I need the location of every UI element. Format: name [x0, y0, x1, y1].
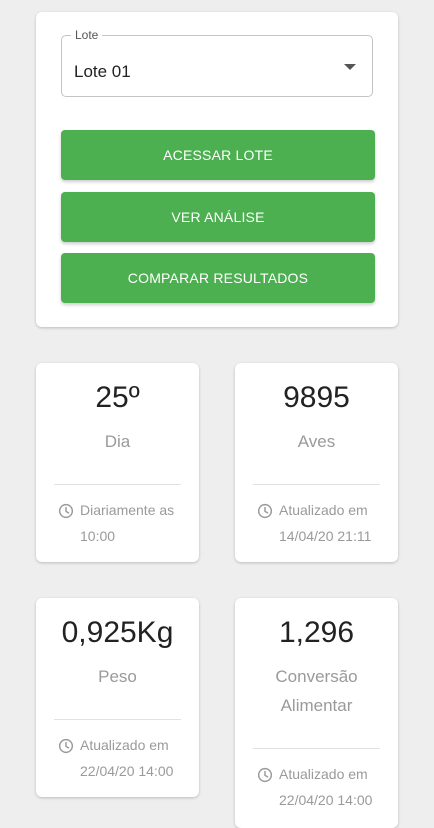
- stat-card-dia: 25º Dia Diariamente as 10:00: [36, 363, 199, 562]
- stat-label-line1: Conversão: [275, 667, 358, 686]
- clock-icon: [58, 738, 74, 754]
- divider: [253, 484, 380, 485]
- lote-controls-card: Lote Lote 01 ACESSAR LOTE VER ANÁLISE CO…: [36, 12, 398, 327]
- divider: [253, 748, 380, 749]
- lote-select-value: Lote 01: [74, 62, 131, 81]
- stat-label: Dia: [104, 432, 131, 451]
- stat-value: 25º: [95, 381, 140, 414]
- acessar-lote-button[interactable]: ACESSAR LOTE: [61, 130, 375, 180]
- stat-footer: Diariamente as 10:00: [58, 497, 191, 549]
- stat-value: 9895: [283, 381, 350, 414]
- stat-footer: Atualizado em 14/04/20 21:11: [257, 497, 390, 549]
- stat-card-aves: 9895 Aves Atualizado em 14/04/20 21:11: [235, 363, 398, 562]
- stat-label: Peso: [98, 667, 137, 686]
- clock-icon: [257, 767, 273, 783]
- divider: [54, 719, 181, 720]
- stat-footer-line1: Atualizado em: [80, 737, 169, 753]
- stat-footer: Atualizado em 22/04/20 14:00: [257, 761, 390, 813]
- stat-footer-line1: Atualizado em: [279, 766, 368, 782]
- stat-footer-line2: 22/04/20 14:00: [80, 763, 174, 779]
- stat-footer-line2: 14/04/20 21:11: [279, 528, 372, 544]
- stat-footer: Atualizado em 22/04/20 14:00: [58, 732, 191, 784]
- stat-footer-line2: 10:00: [80, 528, 116, 544]
- stat-footer-line1: Atualizado em: [279, 502, 368, 518]
- chevron-down-icon: [344, 64, 356, 70]
- clock-icon: [58, 503, 74, 519]
- stat-footer-line1: Diariamente as: [80, 502, 175, 518]
- lote-select-label: Lote: [71, 27, 103, 43]
- stat-footer-line2: 22/04/20 14:00: [279, 792, 373, 808]
- stat-value: 1,296: [278, 616, 355, 649]
- clock-icon: [257, 503, 273, 519]
- stat-card-conversao-alimentar: 1,296 Conversão Alimentar Atualizado em …: [235, 598, 398, 828]
- divider: [54, 484, 181, 485]
- lote-select[interactable]: Lote Lote 01: [61, 27, 373, 97]
- stat-label-line2: Alimentar: [280, 696, 353, 715]
- stat-card-peso: 0,925Kg Peso Atualizado em 22/04/20 14:0…: [36, 598, 199, 797]
- stat-value: 0,925Kg: [61, 616, 174, 649]
- comparar-resultados-button[interactable]: COMPARAR RESULTADOS: [61, 253, 375, 303]
- ver-analise-button[interactable]: VER ANÁLISE: [61, 192, 375, 242]
- stat-label: Conversão Alimentar: [235, 662, 398, 720]
- stat-label: Aves: [297, 432, 336, 451]
